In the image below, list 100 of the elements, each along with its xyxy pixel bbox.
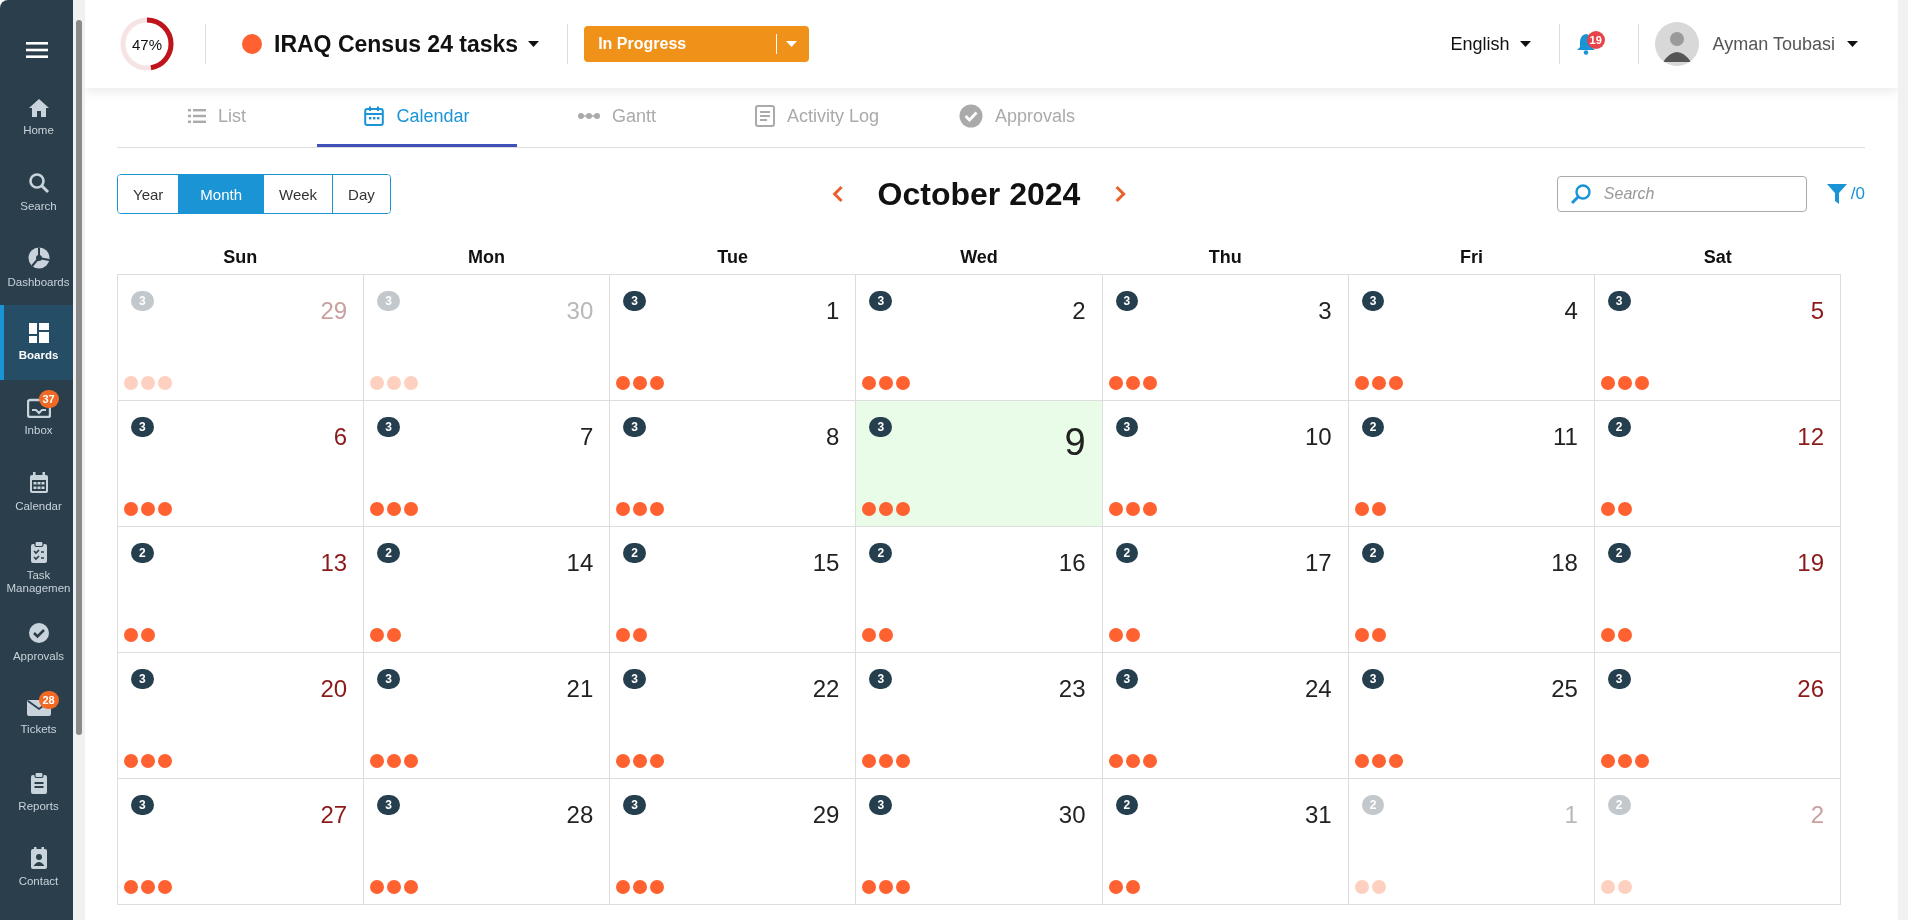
day-cell[interactable]: 3 1 (610, 275, 857, 401)
task-count-badge: 3 (869, 669, 893, 689)
task-count-badge: 2 (1361, 417, 1385, 437)
task-dots-icon (124, 754, 172, 768)
day-cell[interactable]: 3 22 (610, 653, 857, 779)
day-number: 1 (826, 297, 840, 325)
caret-icon (786, 41, 798, 47)
day-number: 10 (1305, 423, 1332, 451)
day-cell[interactable]: 3 8 (610, 401, 857, 527)
task-dots-icon (616, 628, 648, 642)
day-cell[interactable]: 3 20 (118, 653, 365, 779)
day-cell[interactable]: 3 7 (364, 401, 611, 527)
day-cell[interactable]: 3 28 (364, 779, 611, 905)
day-number: 30 (1058, 801, 1086, 829)
day-cell[interactable]: 3 30 (856, 779, 1103, 905)
sidebar-item[interactable]: Calendar (0, 455, 73, 530)
task-dots-icon (1108, 502, 1157, 516)
task-count-badge: 3 (1115, 669, 1139, 689)
day-number: 25 (1551, 675, 1578, 703)
weekday-header: Wed (959, 246, 999, 268)
day-cell[interactable]: 2 14 (364, 527, 611, 653)
day-cell[interactable]: 3 24 (1102, 653, 1349, 779)
sidebar-item[interactable]: 28 Tickets (0, 680, 73, 755)
day-number: 11 (1552, 423, 1578, 451)
scrollbar-thumb[interactable] (76, 20, 82, 735)
day-cell[interactable]: 2 12 (1594, 401, 1841, 527)
task-dots-icon (370, 880, 419, 894)
day-cell[interactable]: 3 9 (856, 401, 1103, 527)
task-dots-icon (616, 376, 665, 390)
day-cell[interactable]: 2 13 (118, 527, 365, 653)
day-number: 2 (1072, 297, 1086, 325)
task-count-badge: 3 (623, 291, 646, 311)
day-cell[interactable]: 2 19 (1594, 527, 1841, 653)
task-count-badge: 3 (377, 795, 400, 815)
day-number: 13 (320, 549, 348, 577)
day-cell[interactable]: 3 23 (856, 653, 1103, 779)
day-cell[interactable]: 2 15 (610, 527, 857, 653)
task-dots-icon (862, 628, 894, 642)
menu-icon[interactable] (25, 42, 48, 58)
task-dots-icon (1108, 880, 1140, 894)
task-count-badge: 3 (869, 795, 893, 815)
user-menu[interactable]: Ayman Toubasi (1712, 33, 1858, 55)
day-cell[interactable]: 3 10 (1102, 401, 1349, 527)
sidebar-item[interactable]: Search (0, 155, 73, 230)
day-cell[interactable]: 2 31 (1102, 779, 1349, 905)
sidebar-item[interactable]: Task Managemen (0, 530, 73, 605)
task-count-badge: 2 (869, 543, 893, 563)
day-cell[interactable]: 3 26 (1594, 653, 1841, 779)
weekday-header: Tue (716, 246, 750, 268)
chevron-left-icon (831, 185, 844, 203)
task-dots-icon (370, 754, 419, 768)
sidebar-item[interactable]: 37 Inbox (0, 380, 73, 455)
weekday-header: Fri (1459, 246, 1485, 268)
day-number: 1 (1564, 801, 1578, 829)
day-number: 3 (1318, 297, 1332, 325)
notifications-button[interactable]: 19 (1575, 29, 1610, 59)
day-cell[interactable]: 3 27 (118, 779, 365, 905)
task-count-badge: 3 (623, 669, 646, 689)
caret-icon (1847, 41, 1858, 47)
caret-icon (1519, 41, 1531, 47)
sidebar-item[interactable]: Contact (0, 830, 73, 905)
task-dots-icon (862, 754, 911, 768)
day-number: 14 (566, 549, 594, 577)
search-input[interactable]: Search (1601, 184, 1786, 204)
project-dropdown[interactable]: IRAQ Census 24 tasks (274, 30, 540, 58)
day-number: 18 (1551, 549, 1578, 577)
day-cell[interactable]: 3 5 (1594, 275, 1841, 401)
sidebar-item[interactable]: Approvals (0, 605, 73, 680)
task-dots-icon (1354, 502, 1386, 516)
task-count-badge: 3 (1115, 417, 1139, 437)
day-cell[interactable]: 3 21 (364, 653, 611, 779)
count-badge: 37 (38, 390, 59, 408)
day-cell[interactable]: 2 11 (1348, 401, 1595, 527)
day-cell[interactable]: 3 6 (118, 401, 365, 527)
day-cell[interactable]: 3 29 (610, 779, 857, 905)
sidebar-item[interactable]: Dashboards (0, 230, 73, 305)
day-number: 7 (579, 423, 594, 451)
language-dropdown[interactable]: English (1450, 33, 1531, 55)
task-count-badge: 3 (1115, 291, 1139, 311)
task-dots-icon (1600, 880, 1632, 894)
day-cell[interactable]: 3 4 (1348, 275, 1595, 401)
dots-line-icon (578, 112, 600, 120)
task-count-badge: 3 (1607, 291, 1631, 311)
day-number: 9 (1064, 421, 1086, 464)
view-toggle[interactable]: Day (332, 175, 390, 213)
search-field[interactable]: Search (1556, 176, 1807, 212)
day-cell[interactable]: 2 18 (1348, 527, 1595, 653)
task-count-badge: 2 (1361, 795, 1385, 815)
day-cell[interactable]: 3 3 (1102, 275, 1349, 401)
day-cell[interactable]: 2 17 (1102, 527, 1349, 653)
task-dots-icon (1354, 880, 1386, 894)
day-cell[interactable]: 3 25 (1348, 653, 1595, 779)
count-badge: 28 (38, 691, 59, 709)
task-count-badge: 2 (1361, 543, 1385, 563)
task-count-badge: 2 (1607, 543, 1631, 563)
task-dots-icon (370, 376, 419, 390)
sidebar-item[interactable]: Home (0, 80, 73, 155)
sidebar-item[interactable]: Boards (0, 305, 73, 380)
sidebar-item[interactable]: Reports (0, 755, 73, 830)
day-cell[interactable]: 2 16 (856, 527, 1103, 653)
